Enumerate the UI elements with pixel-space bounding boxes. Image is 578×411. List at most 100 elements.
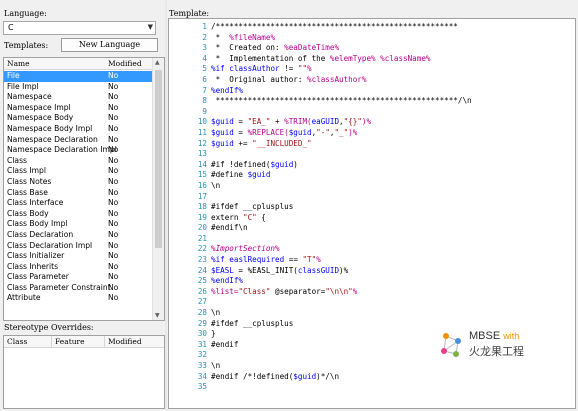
template-name: Class Body <box>7 208 49 218</box>
list-item[interactable]: Class Body No <box>4 209 154 220</box>
scroll-up-icon[interactable]: ▲ <box>155 59 160 66</box>
template-label: Template: <box>169 9 210 18</box>
code-token: )*/\n <box>316 371 340 381</box>
list-item[interactable]: Namespace Body No <box>4 113 154 124</box>
list-item[interactable]: Namespace No <box>4 92 154 103</box>
code-line: 7 %endIf% <box>169 86 472 97</box>
list-item[interactable]: Class No <box>4 156 154 167</box>
code-token: %eaDateTime% <box>284 43 340 53</box>
line-number: 4 <box>202 53 207 63</box>
line-number: 9 <box>202 106 207 116</box>
code-token: * <box>211 32 230 42</box>
line-number: 28 <box>197 308 207 318</box>
templates-scrollbar[interactable]: ▲ ▼ <box>152 58 164 320</box>
list-item[interactable]: Class Interface No <box>4 198 154 209</box>
code-token: { <box>256 212 266 222</box>
code-token: $EASL <box>211 265 234 275</box>
template-modified: No <box>108 81 119 91</box>
list-item[interactable]: Namespace Declaration Impl No <box>4 145 154 156</box>
line-number: 20 <box>197 223 207 233</box>
list-item[interactable]: Class Parameter No <box>4 272 154 283</box>
code-line: 33 \n <box>169 361 472 372</box>
code-token: %endIf% <box>211 276 244 286</box>
line-number: 31 <box>197 339 207 349</box>
code-token: $guid <box>288 127 312 137</box>
code-token: extern <box>211 212 244 222</box>
code-line: 15 #define $guid <box>169 170 472 181</box>
code-token: $guid <box>211 127 234 137</box>
line-number: 17 <box>197 191 207 201</box>
column-header-feature[interactable]: Feature <box>55 337 85 346</box>
list-item[interactable]: Attribute No <box>4 293 154 304</box>
template-modified: No <box>108 71 119 80</box>
code-line: 3 * Created on: %eaDateTime% <box>169 43 472 54</box>
list-item[interactable]: Namespace Declaration No <box>4 135 154 146</box>
list-item[interactable]: Class Declaration Impl No <box>4 241 154 252</box>
template-name: Class Initializer <box>7 251 65 261</box>
template-modified: No <box>108 176 119 186</box>
panel-splitter[interactable] <box>165 0 167 411</box>
template-name: Class Interface <box>7 198 64 208</box>
template-name: File <box>7 71 20 80</box>
code-token: eaGUID <box>311 117 340 127</box>
template-name: Class Base <box>7 187 48 197</box>
template-name: Namespace Body <box>7 113 74 123</box>
column-header-modified[interactable]: Modified <box>108 337 142 346</box>
code-line: 21 <box>169 234 472 245</box>
code-token: #ifdef __cplusplus <box>211 318 294 328</box>
list-item[interactable]: Class Notes No <box>4 177 154 188</box>
template-name: Class <box>7 155 27 165</box>
code-token: $guid <box>211 138 234 148</box>
code-token: #endif <box>211 339 239 349</box>
list-item[interactable]: Class Inherits No <box>4 262 154 273</box>
stereotype-overrides-list[interactable]: Class Feature Modified <box>3 335 165 409</box>
list-item[interactable]: File Impl No <box>4 82 154 93</box>
code-line: 13 <box>169 149 472 160</box>
list-item[interactable]: Class Initializer No <box>4 251 154 262</box>
column-header-modified[interactable]: Modified <box>108 59 142 68</box>
list-item[interactable]: File No <box>4 71 154 82</box>
list-item[interactable]: Class Impl No <box>4 166 154 177</box>
code-token: classGUID <box>297 265 340 275</box>
code-token: %if <box>211 255 230 265</box>
code-token: %fileName% <box>229 32 276 42</box>
templates-list[interactable]: Name Modified File No File Impl No Namespace… <box>3 57 165 321</box>
new-language-button[interactable]: New Language <box>61 38 158 52</box>
watermark-logo: MBSE with 火龙果工程 <box>438 329 538 363</box>
code-token: easlRequired <box>229 255 285 265</box>
line-number: 12 <box>197 138 207 148</box>
list-item[interactable]: Class Base No <box>4 188 154 199</box>
code-line: 16 \n <box>169 181 472 192</box>
list-item[interactable]: Namespace Impl No <box>4 103 154 114</box>
scroll-down-icon[interactable]: ▼ <box>155 312 160 319</box>
language-select[interactable]: C ▼ <box>3 21 156 35</box>
code-token: == <box>284 255 303 265</box>
list-item[interactable]: Namespace Body Impl No <box>4 124 154 135</box>
list-item[interactable]: Class Declaration No <box>4 230 154 241</box>
code-line: 17 <box>169 192 472 203</box>
code-line: 4 * Implementation of the %elemType% %cl… <box>169 54 472 65</box>
list-item[interactable]: Class Body Impl No <box>4 219 154 230</box>
language-label: Language: <box>4 9 47 18</box>
code-token: = <box>233 117 248 127</box>
language-select-value: C <box>8 23 14 32</box>
template-name: Namespace Declaration Impl <box>7 145 117 155</box>
template-modified: No <box>108 123 119 133</box>
template-name: File Impl <box>7 81 39 91</box>
line-number: 15 <box>197 170 207 180</box>
list-item[interactable]: Class Parameter Constraint No <box>4 283 154 294</box>
column-header-name[interactable]: Name <box>7 59 30 68</box>
template-modified: No <box>108 208 119 218</box>
code-token: \n <box>211 308 221 318</box>
chevron-down-icon[interactable]: ▼ <box>148 23 153 31</box>
template-modified: No <box>108 102 119 112</box>
line-number: 34 <box>197 371 207 381</box>
code-token: + <box>270 117 285 127</box>
template-name: Namespace Impl <box>7 102 71 112</box>
line-number: 25 <box>197 276 207 286</box>
column-header-class[interactable]: Class <box>7 337 27 346</box>
code-area[interactable]: 1 /**************************************… <box>169 22 472 393</box>
line-number: 29 <box>197 318 207 328</box>
scrollbar-thumb[interactable] <box>155 70 162 248</box>
stereotype-list-header: Class Feature Modified <box>4 336 164 348</box>
